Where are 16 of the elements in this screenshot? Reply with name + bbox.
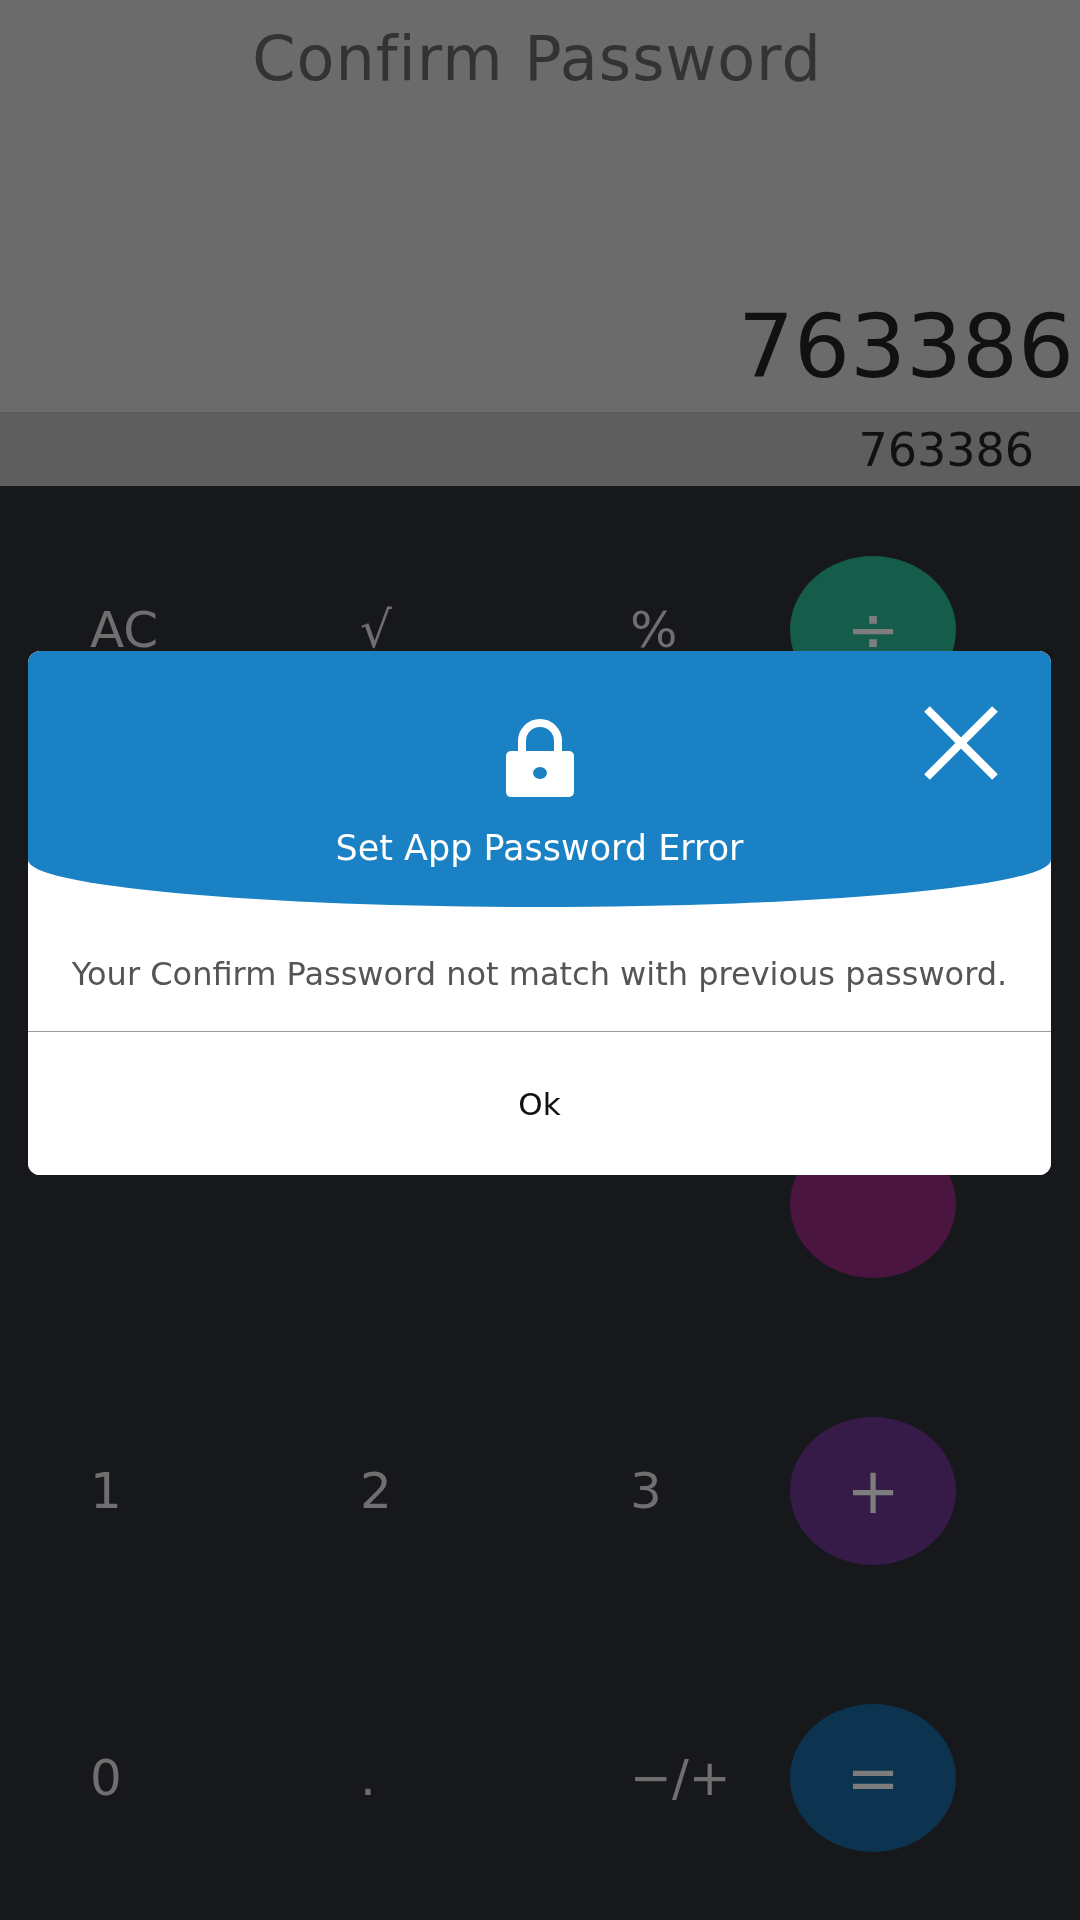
- keypad-key[interactable]: AC: [90, 604, 159, 655]
- lock-icon: [505, 717, 574, 797]
- keypad-key[interactable]: −/+: [630, 1752, 731, 1803]
- operator-key[interactable]: +: [790, 1416, 956, 1565]
- keypad-key[interactable]: 2: [360, 1465, 392, 1516]
- keypad-key[interactable]: %: [630, 604, 678, 655]
- keypad-key[interactable]: √: [360, 604, 392, 655]
- keypad-key[interactable]: 0: [90, 1752, 122, 1803]
- dialog-title: Set App Password Error: [335, 827, 744, 869]
- keypad-key[interactable]: 3: [630, 1465, 662, 1516]
- main-display-value: 763386: [738, 299, 1074, 396]
- keypad-key[interactable]: 1: [90, 1465, 122, 1516]
- operator-key[interactable]: =: [790, 1703, 956, 1852]
- keypad-key[interactable]: .: [360, 1752, 376, 1803]
- screen-title: Confirm Password: [252, 22, 822, 97]
- secondary-display-value: 763386: [858, 422, 1034, 477]
